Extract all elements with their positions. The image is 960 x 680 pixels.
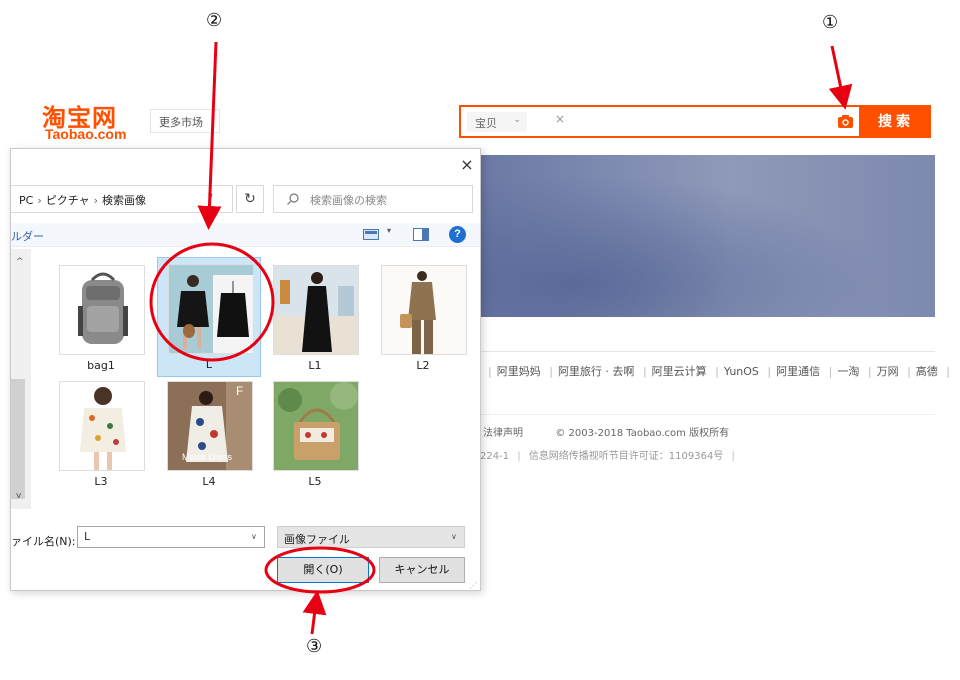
step-1-arrow [828, 45, 853, 110]
file-tile-L4[interactable]: F Maxie Dress L4 [157, 375, 261, 495]
step-2-label: ② [206, 10, 223, 31]
license-text: 信息网络传播视听节目许可证：1109364号 [528, 451, 724, 462]
breadcrumb-item[interactable]: 検索画像 [102, 194, 146, 207]
folder-search-input[interactable]: 検索画像の検索 [273, 185, 473, 213]
new-folder-button[interactable]: ルダー [11, 228, 44, 244]
footer-link[interactable]: 阿里旅行 · 去啊 [558, 365, 635, 378]
clear-icon[interactable]: × [555, 112, 565, 126]
resize-grip-icon[interactable]: ⋰ [469, 581, 477, 590]
file-thumbnail [59, 265, 145, 355]
step-3-label: ③ [306, 636, 323, 657]
step-3-arrow [302, 590, 327, 635]
cancel-button[interactable]: キャンセル [379, 557, 465, 583]
scrollbar-thumb[interactable] [11, 379, 25, 499]
filename-input[interactable]: L [77, 526, 265, 548]
search-bar: 宝贝 ⌄ × [459, 105, 861, 138]
footer-links: | 阿里妈妈 | 阿里旅行 · 去啊 | 阿里云计算 | YunOS | 阿里通信 | 一淘… [488, 365, 951, 378]
chevron-down-icon[interactable]: ∨ [451, 532, 457, 541]
file-open-dialog: × PC › ピクチャ › 検索画像 ∨ ↻ 検索画像の検索 ルダー ▾ ? ^ v [10, 148, 481, 591]
legal-link[interactable]: 法律声明 [483, 428, 523, 439]
search-placeholder: 検索画像の検索 [310, 194, 387, 207]
file-name: L4 [202, 475, 216, 488]
file-name: bag1 [87, 359, 115, 372]
file-name: L5 [308, 475, 322, 488]
file-tile-L2[interactable]: L2 [371, 259, 475, 379]
scroll-down-icon[interactable]: v [16, 491, 21, 501]
footer-link[interactable]: 阿里云计算 [652, 365, 707, 378]
more-markets-label: 更多市场 [159, 116, 203, 129]
filename-value: L [84, 530, 91, 543]
footer-legal: 法律声明 © 2003-2018 Taobao.com 版权所有 [483, 424, 729, 439]
close-icon[interactable]: × [457, 155, 477, 175]
scrollbar[interactable]: ^ v [11, 249, 31, 509]
file-tile-L1[interactable]: L1 [263, 259, 367, 379]
filetype-value: 画像ファイル [284, 533, 350, 546]
view-dropdown-icon[interactable]: ▾ [387, 226, 391, 235]
view-icon[interactable] [363, 229, 379, 240]
promo-banner[interactable] [480, 155, 935, 317]
file-name: L3 [94, 475, 108, 488]
refresh-button[interactable]: ↻ [236, 185, 264, 213]
thumb-letter: F [236, 384, 244, 398]
footer-divider [480, 351, 935, 352]
filetype-select[interactable]: 画像ファイル [277, 526, 465, 548]
address-bar[interactable]: PC › ピクチャ › 検索画像 ∨ [11, 185, 233, 213]
open-button[interactable]: 開く(O) [277, 557, 369, 583]
more-markets-dropdown[interactable]: 更多市场 [150, 109, 220, 133]
icp-number: 224-1 [480, 451, 510, 462]
scroll-up-icon[interactable]: ^ [16, 257, 24, 267]
footer-link[interactable]: 阿里通信 [776, 365, 820, 378]
camera-icon[interactable] [837, 114, 854, 129]
copyright-text: © 2003-2018 Taobao.com 版权所有 [555, 428, 730, 439]
taobao-logo-en[interactable]: Taobao.com [45, 126, 126, 142]
filename-label: ァイル名(N): [11, 535, 76, 548]
file-tile-L5[interactable]: L5 [263, 375, 367, 495]
preview-pane-icon[interactable] [413, 228, 429, 241]
chevron-down-icon: ⌄ [513, 115, 521, 125]
refresh-icon: ↻ [244, 191, 256, 207]
command-bar: ルダー ▾ ? [11, 223, 480, 247]
file-thumbnail [273, 381, 359, 471]
footer-link[interactable]: YunOS [724, 365, 759, 378]
breadcrumb-item[interactable]: PC [19, 194, 33, 207]
footer-link[interactable]: 一淘 [837, 365, 859, 378]
footer-divider [480, 414, 935, 415]
file-thumbnail [273, 265, 359, 355]
thumb-caption: Maxie Dress [182, 452, 233, 462]
footer-link[interactable]: 万网 [877, 365, 899, 378]
search-icon [287, 193, 299, 205]
file-thumbnail [168, 264, 254, 354]
search-type-dropdown[interactable]: 宝贝 ⌄ [467, 112, 527, 132]
file-name: L2 [416, 359, 430, 372]
step-1-label: ① [822, 12, 839, 33]
search-input[interactable] [573, 111, 823, 133]
chevron-down-icon[interactable]: ∨ [207, 192, 214, 202]
file-thumbnail [381, 265, 467, 355]
help-icon[interactable]: ? [449, 226, 466, 243]
file-thumbnail [59, 381, 145, 471]
footer-link[interactable]: 阿里妈妈 [497, 365, 541, 378]
chevron-down-icon[interactable]: ∨ [251, 532, 257, 541]
file-name: L [205, 358, 213, 371]
breadcrumb-item[interactable]: ピクチャ [46, 194, 90, 207]
footer-icp: 224-1 | 信息网络传播视听节目许可证：1109364号 | [480, 451, 735, 462]
file-tile-bag1[interactable]: bag1 [49, 259, 153, 379]
chevron-right-icon: › [93, 194, 99, 207]
file-tile-L[interactable]: L [157, 257, 261, 377]
chevron-right-icon: › [37, 194, 42, 207]
footer-link[interactable]: 高德 [916, 365, 938, 378]
file-tile-L3[interactable]: L3 [49, 375, 153, 495]
search-button[interactable]: 搜索 [861, 105, 931, 138]
search-type-label: 宝贝 [475, 117, 497, 130]
file-thumbnail: F Maxie Dress [167, 381, 253, 471]
file-name: L1 [308, 359, 322, 372]
